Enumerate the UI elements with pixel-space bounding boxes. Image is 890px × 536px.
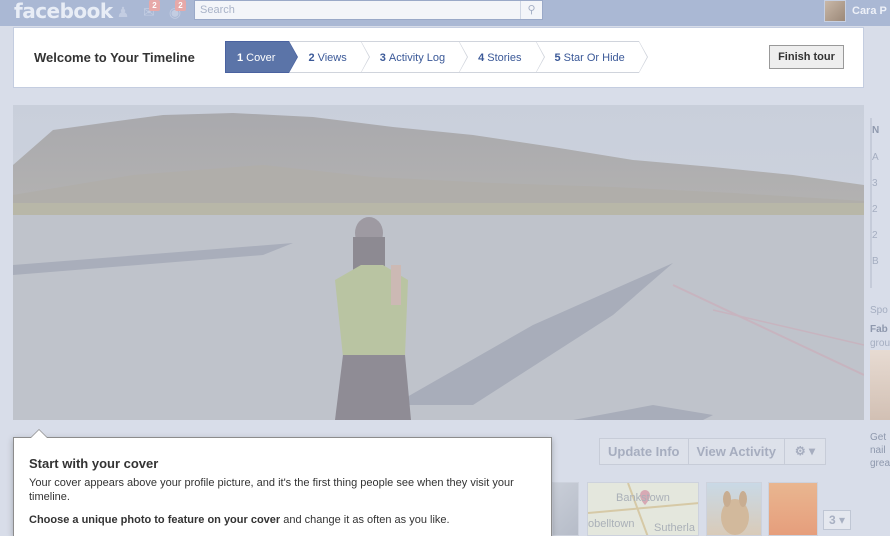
map-thumbnail[interactable]: Bankstown obelltown Sutherla	[587, 482, 699, 536]
popup-description: Your cover appears above your profile pi…	[29, 477, 514, 503]
map-image: Bankstown obelltown Sutherla	[588, 483, 698, 535]
friend-requests-icon[interactable]: ♟	[114, 3, 132, 21]
photos-thumbnail[interactable]	[552, 482, 579, 536]
right-sidebar: N A 3 2 2 B Spo Fab grou Get nail grea	[864, 88, 890, 536]
ad-image[interactable]	[870, 350, 890, 420]
search-icon[interactable]: ⚲	[520, 1, 542, 19]
notifications-icon[interactable]: ◉ 2	[166, 0, 186, 21]
finish-tour-button[interactable]: Finish tour	[769, 45, 844, 69]
tour-step-star-or-hide[interactable]: 5 Star Or Hide	[535, 41, 649, 73]
tour-title: Welcome to Your Timeline	[34, 50, 195, 65]
cover-photo-image	[13, 105, 864, 420]
tour-step-views[interactable]: 2 Views	[289, 41, 371, 73]
gear-icon[interactable]: ⚙ ▾	[783, 438, 826, 465]
tour-step-cover[interactable]: 1 Cover	[225, 41, 300, 73]
popup-instruction-rest: and change it as often as you like.	[280, 514, 450, 526]
search-box: ⚲	[194, 0, 543, 20]
step-number: 4	[478, 52, 485, 64]
sidebar-item[interactable]: 2	[872, 204, 878, 215]
popup-arrow	[30, 429, 48, 438]
step-label: Star Or Hide	[563, 52, 625, 64]
timeline-tour-bar: Welcome to Your Timeline 1 Cover 2 Views 3…	[13, 27, 864, 88]
step-number: 1	[237, 52, 244, 64]
app-card-thumbnail[interactable]	[768, 482, 818, 536]
user-name-link[interactable]: Cara P	[852, 5, 887, 17]
more-apps-dropdown[interactable]: 3 ▾	[823, 510, 851, 530]
sidebar-item[interactable]: B	[872, 256, 879, 267]
ad-text: nail	[870, 445, 886, 456]
popup-instruction-bold: Choose a unique photo to feature on your…	[29, 514, 281, 526]
tour-step-activity-log[interactable]: 3 Activity Log	[360, 41, 469, 73]
top-bar: facebook ♟ ✉ 2 ◉ 2 ⚲ Cara P	[0, 0, 890, 26]
messages-badge: 2	[149, 0, 160, 11]
map-label: Sutherla	[654, 522, 696, 534]
avatar[interactable]	[824, 0, 846, 22]
map-label: obelltown	[588, 518, 634, 530]
sidebar-item[interactable]: A	[872, 152, 879, 163]
notifications-badge: 2	[175, 0, 186, 11]
tour-popup: Start with your cover Your cover appears…	[13, 429, 552, 536]
ad-subtitle: grou	[870, 338, 890, 349]
search-input[interactable]	[195, 1, 515, 19]
messages-icon[interactable]: ✉ 2	[140, 0, 160, 21]
step-label: Stories	[487, 52, 522, 64]
sponsored-label: Spo	[870, 305, 888, 316]
sidebar-item[interactable]: N	[872, 125, 879, 136]
ad-title[interactable]: Fab	[870, 324, 888, 335]
animal-image	[721, 491, 749, 535]
step-label: Cover	[246, 52, 276, 64]
likes-thumbnail[interactable]	[706, 482, 762, 536]
facebook-logo[interactable]: facebook	[14, 0, 113, 23]
popup-instruction: Choose a unique photo to feature on your…	[29, 514, 539, 526]
sidebar-item[interactable]: 3	[872, 178, 878, 189]
ad-text: grea	[870, 458, 890, 469]
view-activity-button[interactable]: View Activity	[687, 438, 785, 465]
step-number: 2	[308, 52, 315, 64]
sidebar-item[interactable]: 2	[872, 230, 878, 241]
profile-actions: Update Info View Activity ⚙ ▾	[599, 438, 826, 465]
step-label: Views	[317, 52, 347, 64]
ad-text: Get	[870, 432, 887, 443]
tour-steps: 1 Cover 2 Views 3 Activity Log 4 Stories 5 St…	[225, 41, 649, 73]
step-number: 3	[379, 52, 386, 64]
step-label: Activity Log	[388, 52, 446, 64]
tour-step-stories[interactable]: 4 Stories	[459, 41, 545, 73]
step-number: 5	[554, 52, 561, 64]
update-info-button[interactable]: Update Info	[599, 438, 689, 465]
cover-photo[interactable]	[13, 105, 864, 420]
popup-title: Start with your cover	[29, 456, 159, 471]
map-label: Bankstown	[616, 492, 670, 504]
